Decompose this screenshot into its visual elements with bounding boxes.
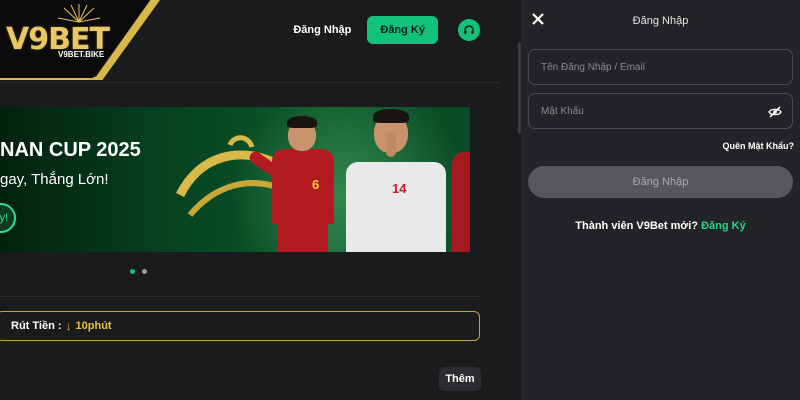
section-divider — [0, 296, 480, 297]
header-actions: Đăng Nhập Đăng Ký — [287, 16, 480, 44]
register-link[interactable]: Đăng Ký — [701, 220, 746, 232]
player-red-right — [448, 107, 470, 252]
player-white: 14 — [336, 107, 466, 252]
main-area: V9BET V9BET.BIKE Đăng Nhập Đăng Ký 6 14 … — [0, 0, 520, 400]
carousel-dot[interactable] — [130, 269, 135, 274]
new-member-text: Thành viên V9Bet mới? — [575, 220, 699, 232]
withdraw-info-bar: Rút Tiền : ↓ 10phút — [0, 311, 480, 341]
banner-subtitle: gay, Thắng Lớn! — [0, 171, 109, 188]
headset-icon[interactable] — [458, 19, 480, 41]
withdraw-time: 10phút — [75, 320, 112, 332]
login-submit-button[interactable]: Đăng Nhập — [528, 166, 793, 198]
login-panel: Đăng Nhập Quên Mật Khẩu? Đăng Nhập Thành… — [521, 0, 800, 400]
carousel-dot[interactable] — [142, 269, 147, 274]
logo-domain: V9BET.BIKE — [58, 50, 105, 59]
username-input[interactable] — [529, 50, 792, 84]
player-number-white: 14 — [392, 181, 407, 196]
player-number-red: 6 — [312, 177, 320, 192]
forgot-password-link[interactable]: Quên Mật Khẩu? — [723, 141, 795, 151]
withdraw-label: Rút Tiền : — [11, 320, 62, 332]
arrow-down-icon: ↓ — [65, 319, 72, 333]
eye-slash-icon[interactable] — [768, 105, 782, 119]
password-input[interactable] — [529, 94, 792, 128]
header-divider — [0, 82, 500, 83]
header-register-button[interactable]: Đăng Ký — [367, 16, 438, 44]
new-member-prompt: Thành viên V9Bet mới? Đăng Ký — [521, 220, 800, 232]
username-field — [528, 49, 793, 85]
more-button[interactable]: Thêm — [439, 367, 481, 391]
banner-title: NAN CUP 2025 — [0, 139, 141, 161]
promo-banner[interactable]: 6 14 NAN CUP 2025 gay, Thắng Lớn! y! — [0, 107, 470, 252]
header-login-button[interactable]: Đăng Nhập — [287, 16, 357, 44]
password-field — [528, 93, 793, 129]
panel-title: Đăng Nhập — [632, 15, 689, 27]
carousel-dots — [130, 269, 147, 274]
banner-cta-button[interactable]: y! — [0, 203, 16, 233]
